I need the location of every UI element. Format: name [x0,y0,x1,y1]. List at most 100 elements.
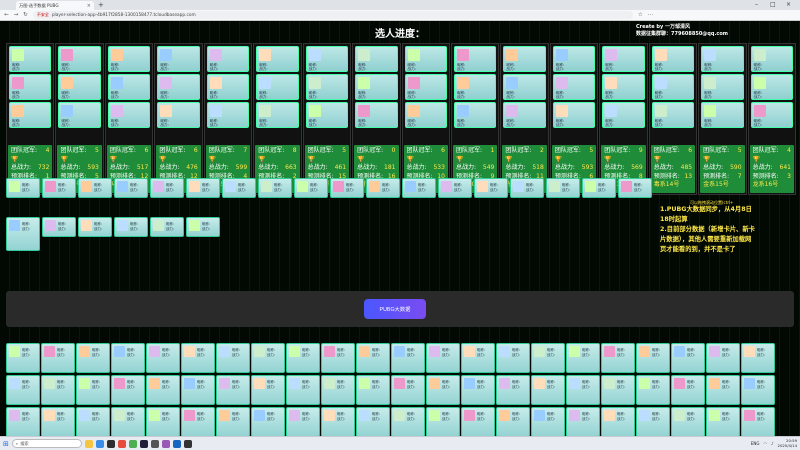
player-card[interactable]: 昵称: 战力: [552,102,596,128]
player-card[interactable]: 昵称: 战力: [671,407,705,436]
player-card[interactable]: 昵称: 战力: [111,375,145,405]
player-card[interactable]: 昵称: 战力: [114,178,148,198]
language-indicator[interactable]: ENG [751,441,760,446]
maximize-icon[interactable]: □ [770,1,776,8]
player-card[interactable]: 昵称: 战力: [546,178,580,198]
player-card[interactable]: 昵称: 战力: [496,375,530,405]
player-card[interactable]: 昵称: 战力: [671,375,705,405]
taskbar-search[interactable]: ⌕ 搜索 [11,439,82,448]
star-icon[interactable]: ☆ [638,12,643,18]
player-card[interactable]: 昵称: 战力: [181,343,215,373]
player-card[interactable]: 昵称: 战力: [150,178,184,198]
player-card[interactable]: 昵称: 战力: [330,178,364,198]
volume-icon[interactable]: ♪ [771,441,774,446]
player-card[interactable]: 昵称: 战力: [355,74,398,100]
player-card[interactable]: 昵称: 战力: [41,343,75,373]
player-card[interactable]: 昵称: 战力: [206,74,250,100]
player-card[interactable]: 昵称: 战力: [618,178,652,198]
player-card[interactable]: 昵称: 战力: [706,375,740,405]
player-card[interactable]: 昵称: 战力: [701,74,744,100]
player-card[interactable]: 昵称: 战力: [426,343,460,373]
player-card[interactable]: 昵称: 战力: [602,74,645,100]
player-card[interactable]: 昵称: 战力: [157,102,200,128]
player-card[interactable]: 昵称: 战力: [58,46,101,72]
player-card[interactable]: 昵称: 战力: [356,343,390,373]
player-card[interactable]: 昵称: 战力: [286,343,320,373]
player-card[interactable]: 昵称: 战力: [41,375,75,405]
player-card[interactable]: 昵称: 战力: [58,102,101,128]
player-card[interactable]: 昵称: 战力: [107,74,151,100]
app-icon[interactable] [139,439,148,448]
player-card[interactable]: 昵称: 战力: [566,407,600,436]
player-card[interactable]: 昵称: 战力: [582,178,616,198]
player-card[interactable]: 昵称: 战力: [186,217,220,237]
player-card[interactable]: 昵称: 战力: [453,102,497,128]
player-card[interactable]: 昵称: 战力: [222,178,256,198]
player-card[interactable]: 昵称: 战力: [701,46,744,72]
player-card[interactable]: 昵称: 战力: [461,407,495,436]
player-card[interactable]: 昵称: 战力: [496,343,530,373]
player-card[interactable]: 昵称: 战力: [706,407,740,436]
player-card[interactable]: 昵称: 战力: [741,407,775,436]
player-card[interactable]: 昵称: 战力: [251,407,285,436]
player-card[interactable]: 昵称: 战力: [76,407,110,436]
player-card[interactable]: 昵称: 战力: [216,407,250,436]
player-card[interactable]: 昵称: 战力: [305,46,349,72]
player-card[interactable]: 昵称: 战力: [206,46,250,72]
clock[interactable]: 20:59 2025/4/14 [778,438,797,448]
player-card[interactable]: 昵称: 战力: [305,74,349,100]
player-card[interactable]: 昵称: 战力: [552,74,596,100]
player-card[interactable]: 昵称: 战力: [181,407,215,436]
player-card[interactable]: 昵称: 战力: [651,74,695,100]
player-card[interactable]: 昵称: 战力: [114,217,148,237]
player-card[interactable]: 昵称: 战力: [76,343,110,373]
player-card[interactable]: 昵称: 战力: [146,375,180,405]
player-card[interactable]: 昵称: 战力: [41,407,75,436]
player-card[interactable]: 昵称: 战力: [42,217,76,237]
player-card[interactable]: 昵称: 战力: [706,343,740,373]
player-card[interactable]: 昵称: 战力: [391,343,425,373]
player-card[interactable]: 昵称: 战力: [58,74,101,100]
player-card[interactable]: 昵称: 战力: [107,46,151,72]
player-card[interactable]: 昵称: 战力: [531,343,565,373]
not-secure-badge[interactable]: 不安全 [37,12,49,18]
player-card[interactable]: 昵称: 战力: [216,375,250,405]
player-card[interactable]: 昵称: 战力: [601,343,635,373]
wifi-icon[interactable]: ◠ [763,441,767,446]
player-card[interactable]: 昵称: 战力: [256,102,299,128]
player-card[interactable]: 昵称: 战力: [356,375,390,405]
player-card[interactable]: 昵称: 战力: [750,46,793,72]
player-card[interactable]: 昵称: 战力: [286,375,320,405]
player-card[interactable]: 昵称: 战力: [426,407,460,436]
app-icon[interactable] [128,439,137,448]
player-card[interactable]: 昵称: 战力: [321,375,355,405]
player-card[interactable]: 昵称: 战力: [474,178,508,198]
player-card[interactable]: 昵称: 战力: [636,375,670,405]
player-card[interactable]: 昵称: 战力: [750,102,793,128]
player-card[interactable]: 昵称: 战力: [503,74,546,100]
windows-start-icon[interactable]: ⊞ [3,440,9,448]
app-icon[interactable] [183,439,192,448]
player-card[interactable]: 昵称: 战力: [321,407,355,436]
player-card[interactable]: 昵称: 战力: [256,74,299,100]
player-card[interactable]: 昵称: 战力: [741,375,775,405]
player-card[interactable]: 昵称: 战力: [258,178,292,198]
player-card[interactable]: 昵称: 战力: [651,46,695,72]
app-icon[interactable] [95,439,104,448]
player-card[interactable]: 昵称: 战力: [42,178,76,198]
player-card[interactable]: 昵称: 战力: [602,46,645,72]
player-card[interactable]: 昵称: 战力: [157,46,200,72]
minimize-icon[interactable]: – [755,1,758,8]
player-card[interactable]: 昵称: 战力: [552,46,596,72]
player-card[interactable]: 昵称: 战力: [503,46,546,72]
big-data-button[interactable]: PUBG大数据 [364,299,426,319]
player-card[interactable]: 昵称: 战力: [671,343,705,373]
player-card[interactable]: 昵称: 战力: [321,343,355,373]
player-card[interactable]: 昵称: 战力: [251,343,285,373]
player-card[interactable]: 昵称: 战力: [602,102,645,128]
app-icon[interactable] [150,439,159,448]
player-card[interactable]: 昵称: 战力: [146,343,180,373]
menu-icon[interactable]: ⋯ [648,12,654,18]
player-card[interactable]: 昵称: 战力: [391,375,425,405]
player-card[interactable]: 昵称: 战力: [9,102,52,128]
